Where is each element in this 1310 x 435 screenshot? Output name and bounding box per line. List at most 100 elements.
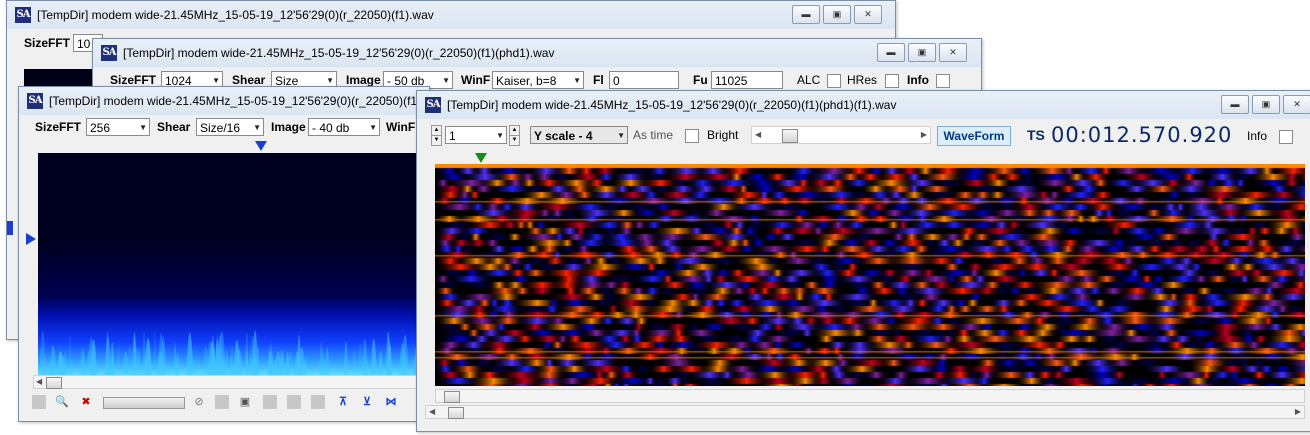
info-checkbox[interactable] (936, 74, 950, 88)
astime-label: As time (633, 128, 674, 142)
chevron-down-icon: ▼ (369, 123, 377, 132)
yscale-spin-down-icon[interactable]: ▼ (509, 135, 520, 146)
info-checkbox[interactable] (1279, 130, 1293, 144)
bright-label: Bright (707, 128, 739, 142)
tool-icon-5[interactable] (311, 395, 325, 409)
window-4-titlebar[interactable]: SA [TempDir] modem wide-21.45MHz_15-05-1… (417, 91, 1310, 119)
close-icon[interactable]: ✕ (854, 5, 882, 24)
maximize-icon[interactable]: ▣ (823, 5, 851, 24)
fl-input[interactable]: 0 (609, 71, 679, 89)
chevron-down-icon: ▼ (496, 131, 504, 140)
scroll-thumb[interactable] (448, 407, 464, 419)
page-icon[interactable] (32, 395, 46, 409)
sizefft-label: SizeFFT (35, 120, 82, 134)
zoom-icon[interactable]: 🔍 (55, 395, 69, 409)
winf-label: WinF (461, 73, 491, 87)
scroll-left-icon[interactable]: ◀ (36, 376, 42, 388)
disabled-icon[interactable]: ⊘ (192, 395, 206, 409)
shear-label: Shear (157, 120, 191, 134)
chevron-down-icon: ▼ (253, 123, 261, 132)
side-marker-icon (7, 221, 13, 235)
app-icon: SA (27, 93, 43, 109)
hres-checkbox[interactable] (885, 74, 899, 88)
app-icon: SA (101, 45, 117, 61)
chevron-down-icon: ▼ (442, 76, 450, 85)
ts-label: TS (1027, 127, 1045, 143)
tool-icon-2[interactable]: ▣ (238, 395, 252, 409)
window-2-title: [TempDir] modem wide-21.45MHz_15-05-19_1… (123, 46, 555, 60)
scroll-left-icon[interactable]: ◀ (755, 127, 761, 143)
minimize-icon[interactable]: ▬ (792, 5, 820, 24)
align-top-icon[interactable]: ⊼ (336, 395, 350, 409)
scroll-thumb[interactable] (444, 391, 460, 403)
scroll-right-icon[interactable]: ▶ (921, 127, 927, 143)
window-3-spectrogram (38, 153, 429, 375)
tool-icon-4[interactable] (287, 395, 301, 409)
window-4-spectrogram (435, 164, 1305, 386)
info-label: Info (1247, 129, 1268, 143)
marker-green-icon[interactable] (475, 153, 487, 163)
shear-label: Shear (232, 73, 266, 87)
fu-label: Fu (693, 73, 708, 87)
zoom-reset-icon[interactable]: ✖ (79, 395, 93, 409)
minimize-icon[interactable]: ▬ (877, 43, 905, 62)
sizefft-select[interactable]: 256 ▼ (86, 118, 150, 136)
window-4-hscroll-2[interactable]: ◀ ▶ (425, 405, 1305, 419)
window-3-hscroll[interactable]: ◀ (33, 375, 429, 389)
window-4-hscroll-1[interactable] (435, 389, 1305, 403)
chevron-down-icon: ▼ (617, 131, 625, 140)
astime-checkbox[interactable] (685, 129, 699, 143)
scroll-left-icon[interactable]: ◀ (429, 406, 435, 418)
marker-right-icon[interactable] (26, 233, 36, 245)
window-1-titlebar[interactable]: SA [TempDir] modem wide-21.45MHz_15-05-1… (7, 1, 895, 29)
fl-label: Fl (593, 73, 604, 87)
scroll-right-icon[interactable]: ▶ (1295, 406, 1301, 418)
app-icon: SA (425, 97, 441, 113)
channel-value: 1 (449, 129, 456, 143)
sizefft-label: SizeFFT (24, 36, 71, 50)
alc-checkbox[interactable] (827, 74, 841, 88)
spectrogram-graphic (38, 243, 429, 375)
app-icon: SA (15, 7, 31, 23)
scroll-thumb[interactable] (46, 377, 62, 389)
close-icon[interactable]: ✕ (1283, 95, 1310, 114)
ts-value: 00:012.570.920 (1051, 123, 1233, 147)
channel-spin-down-icon[interactable]: ▼ (431, 135, 442, 146)
image-select[interactable]: - 40 db ▼ (308, 118, 380, 136)
slider-thumb[interactable] (782, 129, 798, 143)
window-3-title: [TempDir] modem wide-21.45MHz_15-05-19_1… (49, 94, 426, 108)
tool-icon-1[interactable] (215, 395, 229, 409)
shear-select[interactable]: Size/16 ▼ (196, 118, 264, 136)
shear-value: Size/16 (200, 121, 241, 135)
close-icon[interactable]: ✕ (939, 43, 967, 62)
yscale-select[interactable]: Y scale - 4 ▼ (530, 126, 628, 144)
chevron-down-icon: ▼ (139, 123, 147, 132)
window-4-title: [TempDir] modem wide-21.45MHz_15-05-19_1… (447, 98, 897, 112)
channel-select[interactable]: 1 ▼ (445, 126, 507, 144)
fu-input[interactable]: 11025 (711, 71, 783, 89)
waveform-button[interactable]: WaveForm (937, 126, 1011, 146)
align-bottom-icon[interactable]: ⊻ (360, 395, 374, 409)
chevron-down-icon: ▼ (573, 76, 581, 85)
image-value: - 40 db (312, 121, 350, 135)
image-label: Image (346, 73, 381, 87)
window-2-titlebar[interactable]: SA [TempDir] modem wide-21.45MHz_15-05-1… (93, 39, 981, 67)
progress-bar (103, 397, 185, 409)
sizefft-value: 256 (90, 121, 111, 135)
winf-value: Kaiser, b=8 (496, 74, 557, 88)
alc-label: ALC (797, 73, 821, 87)
winf-select[interactable]: Kaiser, b=8 ▼ (492, 71, 584, 89)
brightness-slider[interactable]: ◀ ▶ (751, 126, 931, 144)
align-center-icon[interactable]: ⋈ (384, 395, 398, 409)
hres-label: HRes (847, 73, 878, 87)
info-label: Info (907, 73, 929, 87)
tool-icon-3[interactable] (263, 395, 277, 409)
marker-down-icon[interactable] (255, 141, 267, 151)
maximize-icon[interactable]: ▣ (1252, 95, 1280, 114)
window-3-titlebar[interactable]: SA [TempDir] modem wide-21.45MHz_15-05-1… (19, 87, 429, 115)
minimize-icon[interactable]: ▬ (1221, 95, 1249, 114)
sizefft-label: SizeFFT (110, 73, 157, 87)
maximize-icon[interactable]: ▣ (908, 43, 936, 62)
yscale-value: Y scale - 4 (534, 129, 593, 143)
window-1-title: [TempDir] modem wide-21.45MHz_15-05-19_1… (37, 8, 434, 22)
